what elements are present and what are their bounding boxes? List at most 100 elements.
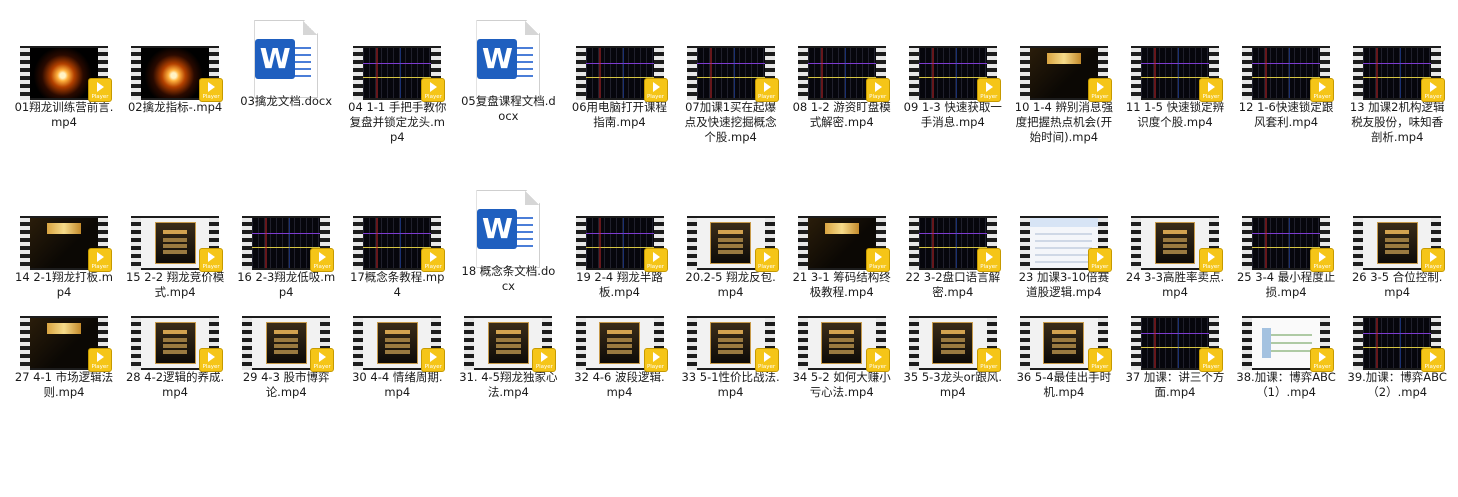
file-name-label: 09 1-3 快速获取一手消息.mp4	[903, 100, 1002, 129]
video-file-item[interactable]: Player 13 加课2机构逻辑税友股份，味知香剖析.mp4	[1347, 40, 1447, 200]
file-name-label: 24 3-3高胜率卖点.mp4	[1125, 270, 1225, 299]
video-file-item[interactable]: Player 10 1-4 辨别消息强度把握热点机会(开始时间).mp4	[1014, 40, 1114, 200]
player-badge-text: Player	[313, 264, 331, 270]
player-badge-text: Player	[1202, 264, 1220, 270]
player-badge-text: Player	[313, 364, 331, 370]
player-badge-icon: Player	[643, 348, 668, 372]
file-name-label: 19 2-4 翔龙半路板.mp4	[576, 270, 663, 299]
video-thumbnail: Player	[908, 40, 1001, 102]
player-badge-text: Player	[1091, 264, 1109, 270]
player-badge-icon: Player	[865, 348, 890, 372]
video-thumbnail: Player	[1019, 210, 1112, 272]
player-badge-icon: Player	[88, 248, 112, 272]
film-strip-icon: Player	[20, 46, 112, 102]
film-strip-icon: Player	[908, 316, 1001, 372]
video-file-item[interactable]: Player 30 4-4 情绪周期.mp4	[347, 310, 447, 470]
video-thumbnail: Player	[686, 210, 779, 272]
film-strip-icon: Player	[353, 316, 446, 372]
film-strip-icon: Player	[20, 316, 112, 372]
video-file-item[interactable]: Player 32 4-6 波段逻辑.mp4	[570, 310, 670, 470]
player-badge-icon: Player	[865, 78, 890, 102]
word-icon: W	[477, 209, 518, 249]
video-file-item[interactable]: Player 27 4-1 市场逻辑法则.mp4	[14, 310, 114, 470]
video-file-item[interactable]: Player 29 4-3 股市博弈论.mp4	[236, 310, 336, 470]
file-name-label: 02擒龙指标-.mp4	[127, 100, 223, 114]
video-file-item[interactable]: Player 37 加课：讲三个方面.mp4	[1125, 310, 1225, 470]
file-name-label: 20.2-5 翔龙反包.mp4	[685, 270, 776, 299]
video-file-item[interactable]: Player 38.加课：博弈ABC（1）.mp4	[1236, 310, 1336, 470]
video-file-item[interactable]: Player 08 1-2 游资盯盘模式解密.mp4	[792, 40, 892, 200]
film-strip-icon: Player	[1353, 316, 1446, 372]
file-name-label: 14 2-1翔龙打板.mp4	[15, 270, 113, 299]
video-thumbnail: Player	[131, 40, 224, 102]
player-badge-text: Player	[1202, 364, 1220, 370]
video-file-item[interactable]: Player 33 5-1性价比战法.mp4	[681, 310, 781, 470]
document-file-item[interactable]: W 05复盘课程文档.docx	[458, 8, 558, 168]
video-file-item[interactable]: Player 36 5-4最佳出手时机.mp4	[1014, 310, 1114, 470]
video-file-item[interactable]: Player 09 1-3 快速获取一手消息.mp4	[903, 40, 1003, 200]
player-badge-icon: Player	[1310, 248, 1335, 272]
player-badge-icon: Player	[1087, 248, 1112, 272]
file-name-label: 16 2-3翔龙低吸.mp4	[237, 270, 336, 299]
player-badge-text: Player	[758, 264, 776, 270]
video-thumbnail: Player	[353, 210, 446, 272]
film-strip-icon: Player	[908, 46, 1001, 102]
video-thumbnail: Player	[464, 310, 557, 372]
file-name-label: 26 3-5 合位控制.mp4	[1351, 270, 1443, 299]
film-strip-icon: Player	[1131, 216, 1223, 272]
player-badge-text: Player	[91, 364, 109, 370]
video-file-item[interactable]: Player 02擒龙指标-.mp4	[125, 40, 225, 200]
player-badge-icon: Player	[310, 348, 335, 372]
file-name-label: 30 4-4 情绪周期.mp4	[352, 370, 443, 399]
player-badge-text: Player	[869, 364, 887, 370]
video-file-item[interactable]: Player 07加课1买在起爆点及快速挖掘概念个股.mp4	[681, 40, 781, 200]
file-name-label: 07加课1买在起爆点及快速挖掘概念个股.mp4	[684, 100, 777, 144]
video-thumbnail: Player	[1353, 310, 1446, 372]
video-file-item[interactable]: Player 01翔龙训练营前言.mp4	[14, 40, 114, 200]
file-name-label: 15 2-2 翔龙竞价模式.mp4	[125, 270, 225, 299]
file-name-label: 17概念条教程.mp4	[350, 270, 445, 299]
player-badge-text: Player	[646, 264, 665, 270]
video-file-item[interactable]: Player 35 5-3龙头or跟风.mp4	[903, 310, 1003, 470]
film-strip-icon: Player	[131, 316, 224, 372]
player-badge-icon: Player	[976, 78, 1001, 102]
video-thumbnail: Player	[1131, 40, 1223, 102]
film-strip-icon: Player	[575, 316, 668, 372]
document-page-icon: W	[254, 20, 319, 98]
video-file-item[interactable]: Player 04 1-1 手把手教你复盘并锁定龙头.mp4	[347, 40, 447, 200]
video-thumbnail: Player	[797, 40, 890, 102]
video-file-item[interactable]: Player 34 5-2 如何大赚小亏心法.mp4	[792, 310, 892, 470]
file-name-label: 22 3-2盘口语言解密.mp4	[905, 270, 1001, 299]
player-badge-text: Player	[1313, 94, 1331, 100]
document-file-item[interactable]: W 03擒龙文档.docx	[236, 8, 336, 168]
video-thumbnail: Player	[20, 210, 112, 272]
player-badge-text: Player	[1313, 364, 1331, 370]
video-thumbnail: Player	[1131, 310, 1223, 372]
video-file-item[interactable]: Player 06用电脑打开课程指南.mp4	[570, 40, 670, 200]
player-badge-icon: Player	[976, 248, 1001, 272]
player-badge-text: Player	[869, 94, 887, 100]
video-file-item[interactable]: Player 31. 4-5翔龙独家心法.mp4	[458, 310, 558, 470]
film-strip-icon: Player	[686, 46, 779, 102]
video-thumbnail: Player	[575, 40, 668, 102]
video-file-item[interactable]: Player 28 4-2逻辑的养成.mp4	[125, 310, 225, 470]
file-name-label: 27 4-1 市场逻辑法则.mp4	[14, 370, 114, 399]
video-thumbnail: Player	[575, 310, 668, 372]
video-file-item[interactable]: Player 11 1-5 快速锁定辨识度个股.mp4	[1125, 40, 1225, 200]
video-file-item[interactable]: Player 39.加课：博弈ABC（2）.mp4	[1347, 310, 1447, 470]
video-thumbnail: Player	[908, 210, 1001, 272]
file-name-label: 21 3-1 筹码结构终极教程.mp4	[792, 270, 891, 299]
film-strip-icon: Player	[353, 46, 446, 102]
video-thumbnail: Player	[20, 40, 112, 102]
file-name-label: 13 加课2机构逻辑税友股份，味知香剖析.mp4	[1349, 100, 1445, 144]
player-badge-icon: Player	[199, 348, 224, 372]
film-strip-icon: Player	[131, 46, 224, 102]
file-name-label: 29 4-3 股市博弈论.mp4	[242, 370, 330, 399]
file-name-label: 34 5-2 如何大赚小亏心法.mp4	[792, 370, 891, 399]
player-badge-icon: Player	[421, 248, 446, 272]
file-name-label: 01翔龙训练营前言.mp4	[14, 100, 114, 129]
document-page-icon: W	[476, 190, 541, 268]
video-thumbnail: Player	[353, 310, 446, 372]
file-name-label: 33 5-1性价比战法.mp4	[681, 370, 780, 399]
video-file-item[interactable]: Player 12 1-6快速锁定跟风套利.mp4	[1236, 40, 1336, 200]
